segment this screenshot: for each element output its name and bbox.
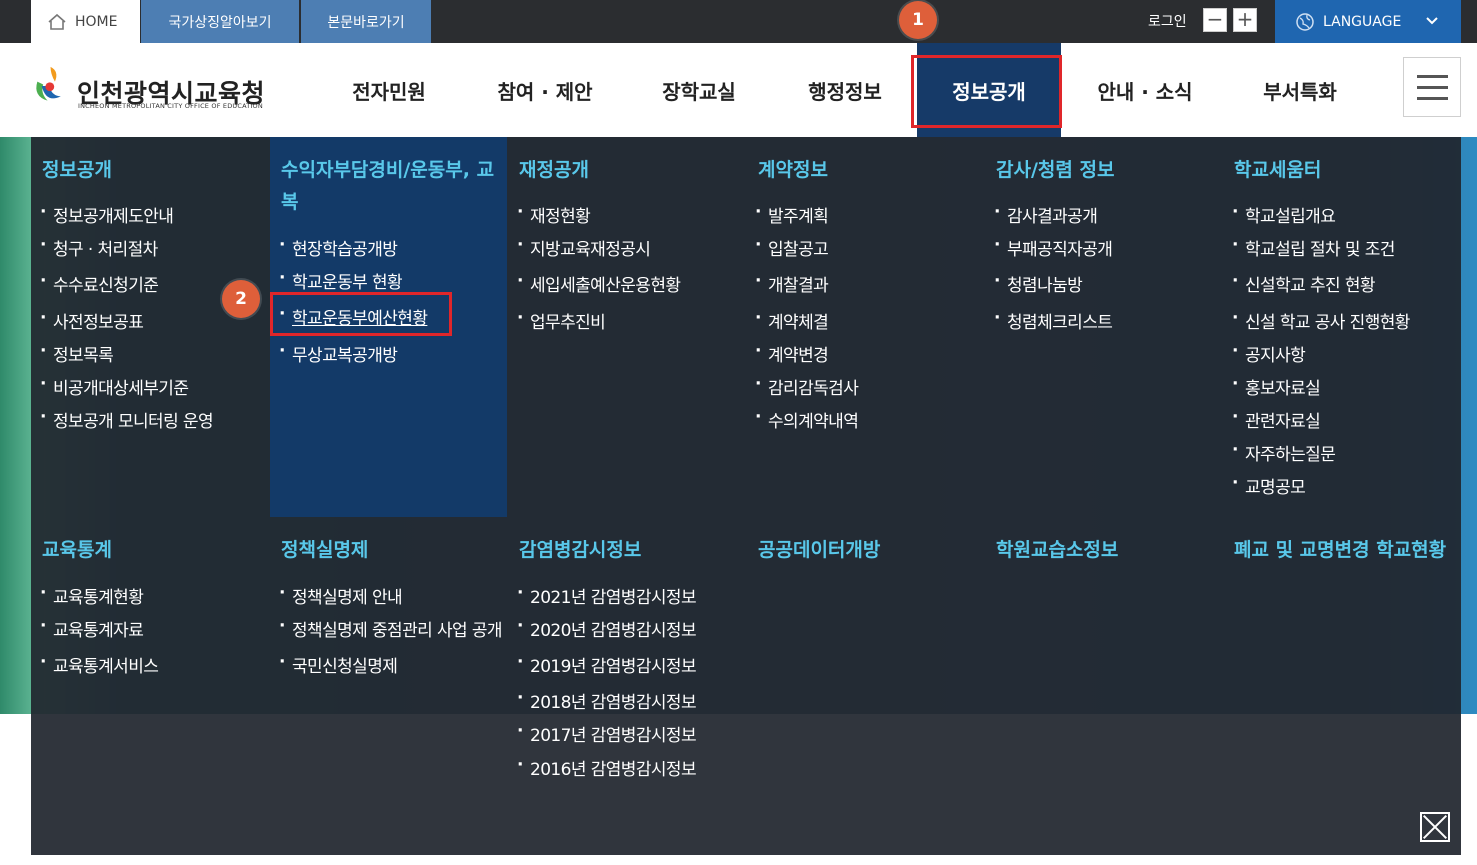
all-menu-button[interactable] [1403, 57, 1461, 117]
menu-category-infection-monitoring[interactable]: 감염병감시정보 [519, 534, 641, 566]
menu-category-closed-schools[interactable]: 폐교 및 교명변경 학교현황 [1234, 534, 1452, 566]
home-link[interactable]: HOME [31, 0, 140, 43]
menu-item[interactable]: 2018년 감염병감시정보 [517, 688, 697, 713]
menu-item[interactable]: 학교설립개요 [1232, 202, 1336, 227]
menu-item[interactable]: 비공개대상세부기준 [40, 374, 189, 399]
menu-item[interactable]: 자주하는질문 [1232, 440, 1336, 465]
menu-item[interactable]: 신설 학교 공사 진행현황 [1232, 308, 1410, 333]
national-symbols-link[interactable]: 국가상징알아보기 [141, 0, 299, 43]
menu-item[interactable]: 현장학습공개방 [279, 235, 398, 260]
menu-item[interactable]: 감사결과공개 [994, 202, 1098, 227]
gnb-item-administration[interactable]: 행정정보 [786, 43, 904, 137]
menu-category-info-disclosure[interactable]: 정보공개 [42, 154, 112, 186]
menu-item[interactable]: 정보목록 [40, 341, 114, 366]
menu-category-education-stats[interactable]: 교육통계 [42, 534, 112, 566]
menu-category-policy-real-name[interactable]: 정책실명제 [281, 534, 368, 566]
zoom-out-button[interactable]: − [1203, 8, 1227, 32]
step-badge-2: 2 [222, 280, 260, 318]
gnb-item-scholarship[interactable]: 장학교실 [640, 43, 758, 137]
menu-item[interactable]: 정책실명제 중점관리 사업 공개 [279, 616, 503, 641]
gnb-item-guide-news[interactable]: 안내 · 소식 [1078, 43, 1212, 137]
menu-category-public-data[interactable]: 공공데이터개방 [758, 534, 880, 566]
chevron-down-icon [1426, 17, 1438, 25]
globe-icon [1296, 12, 1314, 31]
menu-item[interactable]: 재정현황 [517, 202, 591, 227]
menu-item[interactable]: 관련자료실 [1232, 407, 1321, 432]
menu-category-audit[interactable]: 감사/청렴 정보 [996, 154, 1114, 186]
skip-to-content-link[interactable]: 본문바로가기 [301, 0, 431, 43]
menu-item[interactable]: 수수료신청기준 [40, 271, 159, 296]
menu-item[interactable]: 국민신청실명제 [279, 652, 398, 677]
login-link[interactable]: 로그인 [1148, 11, 1187, 31]
menu-item[interactable]: 개찰결과 [755, 271, 829, 296]
logo-subtitle: INCHEON METROPOLITAN CITY OFFICE OF EDUC… [78, 102, 263, 110]
menu-category-school-building[interactable]: 학교세움터 [1234, 154, 1321, 186]
menu-item[interactable]: 수의계약내역 [755, 407, 859, 432]
menu-item[interactable]: 공지사항 [1232, 341, 1306, 366]
menu-item[interactable]: 교육통계서비스 [40, 652, 159, 677]
menu-item[interactable]: 입찰공고 [755, 235, 829, 260]
highlight-box-submenu [270, 292, 452, 336]
menu-category-contracts[interactable]: 계약정보 [758, 154, 828, 186]
step-badge-1: 1 [899, 1, 937, 39]
menu-item[interactable]: 홍보자료실 [1232, 374, 1321, 399]
gnb-item-civil-service[interactable]: 전자민원 [330, 43, 448, 137]
menu-item[interactable]: 청렴나눔방 [994, 271, 1083, 296]
menu-item[interactable]: 업무추진비 [517, 308, 606, 333]
menu-item[interactable]: 청구 · 처리절차 [40, 235, 158, 260]
zoom-in-button[interactable]: + [1233, 8, 1257, 32]
language-selector[interactable]: LANGUAGE [1275, 0, 1461, 43]
menu-category-academy-info[interactable]: 학원교습소정보 [996, 534, 1118, 566]
utility-bar: HOME 국가상징알아보기 본문바로가기 로그인 − + LANGUAGE [0, 0, 1477, 43]
menu-item[interactable]: 교육통계현황 [40, 583, 144, 608]
menu-item[interactable]: 2019년 감염병감시정보 [517, 652, 697, 677]
menu-item[interactable]: 부패공직자공개 [994, 235, 1113, 260]
close-menu-button[interactable] [1420, 812, 1450, 842]
language-label: LANGUAGE [1323, 13, 1402, 30]
home-label: HOME [75, 13, 118, 30]
menu-item[interactable]: 계약변경 [755, 341, 829, 366]
menu-item[interactable]: 발주계획 [755, 202, 829, 227]
menu-item[interactable]: 세입세출예산운용현황 [517, 271, 681, 296]
menu-category-finance[interactable]: 재정공개 [519, 154, 589, 186]
highlight-box-gnb [911, 55, 1062, 128]
menu-item[interactable]: 교육통계자료 [40, 616, 144, 641]
menu-item[interactable]: 신설학교 추진 현황 [1232, 271, 1376, 296]
menu-item[interactable]: 2021년 감염병감시정보 [517, 583, 697, 608]
gnb-item-participation[interactable]: 참여 · 제안 [476, 43, 614, 137]
menu-item[interactable]: 계약체결 [755, 308, 829, 333]
menu-item[interactable]: 무상교복공개방 [279, 341, 398, 366]
menu-item[interactable]: 사전정보공표 [40, 308, 144, 333]
menu-category-beneficiary-expenses[interactable]: 수익자부담경비/운동부, 교복 [281, 154, 496, 218]
menu-item[interactable]: 2016년 감염병감시정보 [517, 755, 697, 780]
menu-item[interactable]: 감리감독검사 [755, 374, 859, 399]
menu-item[interactable]: 2020년 감염병감시정보 [517, 616, 697, 641]
menu-item[interactable]: 학교설립 절차 및 조건 [1232, 235, 1395, 260]
menu-item[interactable]: 2017년 감염병감시정보 [517, 721, 697, 746]
menu-item[interactable]: 지방교육재정공시 [517, 235, 651, 260]
menu-item[interactable]: 정보공개제도안내 [40, 202, 174, 227]
menu-item[interactable]: 정책실명제 안내 [279, 583, 403, 608]
menu-item[interactable]: 정보공개 모니터링 운영 [40, 407, 214, 432]
logo-emblem-icon[interactable] [30, 58, 74, 114]
menu-item[interactable]: 교명공모 [1232, 473, 1306, 498]
gnb-item-department[interactable]: 부서특화 [1240, 43, 1360, 137]
menu-item[interactable]: 학교운동부 현황 [279, 268, 403, 293]
menu-item[interactable]: 청렴체크리스트 [994, 308, 1113, 333]
home-icon [48, 13, 66, 30]
